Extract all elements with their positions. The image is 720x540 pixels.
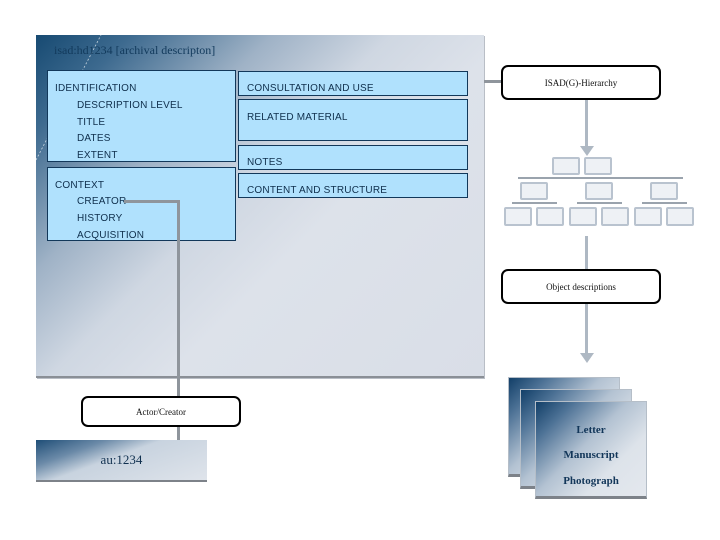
tree-leaf <box>601 207 629 226</box>
actor-record-connector <box>177 425 180 441</box>
consultation-and-use-section[interactable]: CONSULTATION AND USE <box>238 71 468 96</box>
arrow-shaft-tree <box>585 236 588 270</box>
tree-node <box>584 157 612 175</box>
tree-node <box>650 182 678 200</box>
context-heading: CONTEXT <box>55 180 105 191</box>
actor-creator-box[interactable]: Actor/Creator <box>81 396 241 427</box>
tree-branch <box>577 202 622 204</box>
tree-branch <box>512 202 557 204</box>
object-descriptions-label: Object descriptions <box>546 281 616 292</box>
object-descriptions-box[interactable]: Object descriptions <box>501 269 661 304</box>
field-dates[interactable]: DATES <box>77 133 111 144</box>
related-material-label: RELATED MATERIAL <box>247 112 348 123</box>
authority-record-id: au:1234 <box>100 452 143 467</box>
creator-connector-horizontal <box>124 200 180 203</box>
field-acquisition[interactable]: ACQUISITION <box>77 230 144 241</box>
isad-hierarchy-label: ISAD(G)-Hierarchy <box>544 77 618 88</box>
content-and-structure-label: CONTENT AND STRUCTURE <box>247 185 388 196</box>
object-letter[interactable]: Letter <box>536 424 646 436</box>
isad-hierarchy-box[interactable]: ISAD(G)-Hierarchy <box>501 65 661 100</box>
content-and-structure-section[interactable]: CONTENT AND STRUCTURE <box>238 173 468 198</box>
tree-node <box>585 182 613 200</box>
identification-heading: IDENTIFICATION <box>55 83 137 94</box>
tree-branch <box>642 202 687 204</box>
actor-creator-label: Actor/Creator <box>136 406 186 417</box>
field-creator[interactable]: CREATOR <box>77 196 126 207</box>
identification-section[interactable]: IDENTIFICATION DESCRIPTION LEVEL TITLE D… <box>47 70 236 162</box>
context-section[interactable]: CONTEXT CREATOR HISTORY ACQUISITION <box>47 167 236 241</box>
tree-leaf <box>634 207 662 226</box>
object-card-front[interactable]: Letter Manuscript Photograph <box>535 401 647 499</box>
archival-description-panel: isad:hd1234 [archival descripton] IDENTI… <box>36 35 484 378</box>
object-photograph[interactable]: Photograph <box>536 475 646 487</box>
tree-leaf <box>666 207 694 226</box>
panel-title: isad:hd1234 [archival descripton] <box>54 43 216 57</box>
creator-connector-vertical <box>177 200 180 398</box>
arrow-down-icon <box>580 353 594 363</box>
hierarchy-connector <box>484 80 502 83</box>
field-history[interactable]: HISTORY <box>77 213 123 224</box>
tree-leaf <box>504 207 532 226</box>
tree-node <box>552 157 580 175</box>
tree-node <box>520 182 548 200</box>
consultation-and-use-label: CONSULTATION AND USE <box>247 83 374 94</box>
field-description-level[interactable]: DESCRIPTION LEVEL <box>77 100 183 111</box>
arrow-shaft-objects <box>585 304 588 356</box>
tree-leaf <box>536 207 564 226</box>
notes-label: NOTES <box>247 157 283 168</box>
tree-branch <box>518 177 683 179</box>
authority-record-box[interactable]: au:1234 <box>36 440 207 482</box>
field-extent[interactable]: EXTENT <box>77 150 118 161</box>
object-manuscript[interactable]: Manuscript <box>536 449 646 461</box>
arrow-shaft-hierarchy <box>585 100 588 150</box>
hierarchy-tree-icon <box>500 155 700 230</box>
tree-leaf <box>569 207 597 226</box>
related-material-section[interactable]: RELATED MATERIAL <box>238 99 468 141</box>
notes-section[interactable]: NOTES <box>238 145 468 170</box>
field-title[interactable]: TITLE <box>77 117 105 128</box>
